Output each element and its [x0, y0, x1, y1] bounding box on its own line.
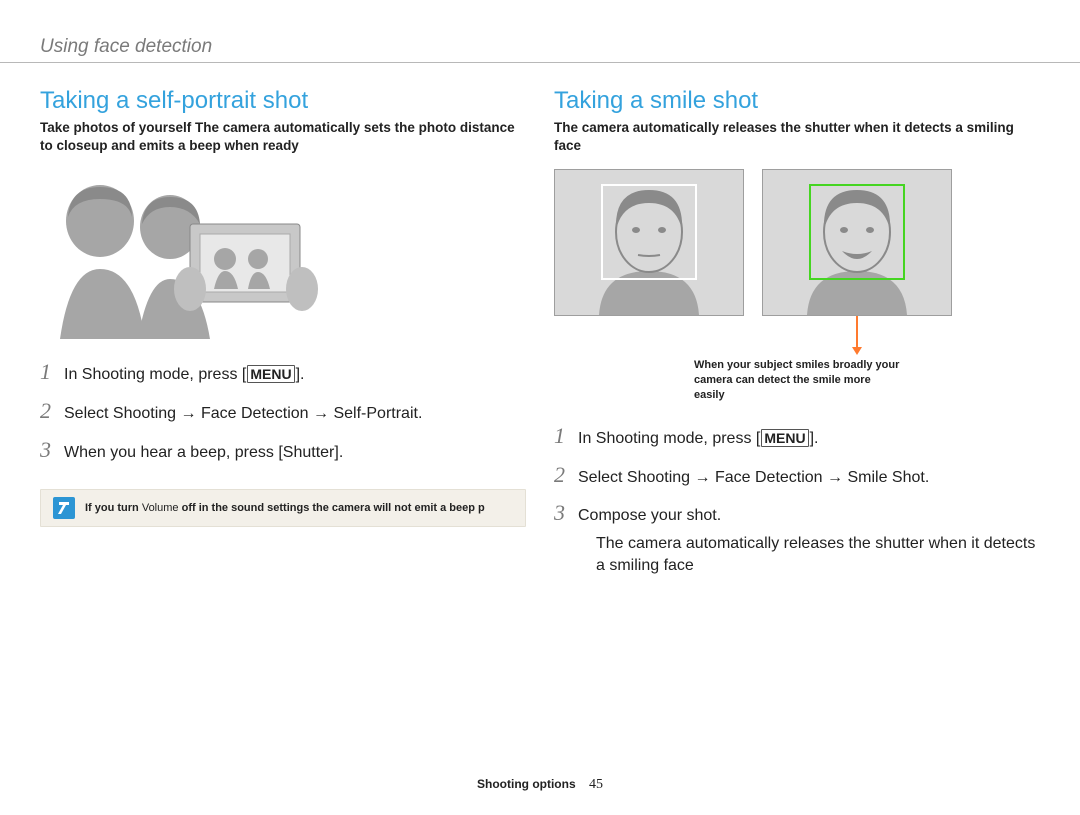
face-neutral-box — [554, 169, 744, 316]
steps-self-portrait: 1 In Shooting mode, press [MENU]. 2 Sele… — [40, 357, 526, 464]
step-number: 2 — [40, 396, 64, 426]
smile-illustrations — [554, 169, 1040, 316]
face-smile-box — [762, 169, 952, 316]
step-1-post: ]. — [296, 366, 305, 383]
step-2: 2 Select Shooting → Face Detection → Sel… — [40, 396, 526, 426]
step-3: 3 Compose your shot. The camera automati… — [554, 498, 1040, 585]
smile-caption: When your subject smiles broadly your ca… — [694, 358, 904, 403]
left-column: Taking a self-portrait shot Take photos … — [40, 79, 526, 594]
menu-label: MENU — [247, 365, 294, 383]
step-number: 3 — [40, 435, 64, 465]
step-2: 2 Select Shooting → Face Detection → Smi… — [554, 460, 1040, 490]
steps-smile-shot: 1 In Shooting mode, press [MENU]. 2 Sele… — [554, 421, 1040, 585]
note-text: If you turn Volume off in the sound sett… — [85, 502, 485, 514]
footer: Shooting options 45 — [0, 777, 1080, 793]
step-1-post: ]. — [810, 430, 819, 447]
step-number: 3 — [554, 498, 578, 528]
step-1: 1 In Shooting mode, press [MENU]. — [554, 421, 1040, 451]
step-1-pre: In Shooting mode, press [ — [578, 430, 760, 447]
heading-self-portrait: Taking a self-portrait shot — [40, 87, 526, 115]
self-portrait-svg — [40, 169, 350, 339]
footer-section: Shooting options — [477, 777, 576, 791]
breadcrumb: Using face detection — [0, 36, 1080, 63]
step-number: 2 — [554, 460, 578, 490]
menu-label: MENU — [761, 429, 808, 447]
arrow-down — [856, 316, 858, 352]
step-number: 1 — [554, 421, 578, 451]
note-icon — [53, 497, 75, 519]
step-number: 1 — [40, 357, 64, 387]
intro-self-portrait: Take photos of yourself The camera autom… — [40, 119, 526, 155]
step-3-text: Compose your shot. — [578, 507, 721, 524]
smile-detect-rect — [809, 184, 905, 280]
step-1-pre: In Shooting mode, press [ — [64, 366, 246, 383]
page-number: 45 — [589, 777, 603, 792]
note-mid: Volume — [139, 502, 182, 514]
heading-smile-shot: Taking a smile shot — [554, 87, 1040, 115]
step-1: 1 In Shooting mode, press [MENU]. — [40, 357, 526, 387]
note-pre: If you turn — [85, 502, 139, 514]
step-2-text: Select Shooting → Face Detection → Smile… — [578, 467, 1040, 489]
face-detect-rect — [601, 184, 697, 280]
self-portrait-illustration — [40, 169, 350, 339]
step-3: 3 When you hear a beep, press [Shutter]. — [40, 435, 526, 465]
intro-smile-shot: The camera automatically releases the sh… — [554, 119, 1040, 155]
page-content: Taking a self-portrait shot Take photos … — [0, 63, 1080, 594]
bullet-auto-release: The camera automatically releases the sh… — [596, 533, 1040, 576]
note-box: If you turn Volume off in the sound sett… — [40, 489, 526, 527]
note-post: off in the sound settings the camera wil… — [182, 502, 485, 514]
right-column: Taking a smile shot The camera automatic… — [554, 79, 1040, 594]
step-2-text: Select Shooting → Face Detection → Self-… — [64, 403, 526, 425]
step-3-text: When you hear a beep, press [Shutter]. — [64, 442, 526, 464]
